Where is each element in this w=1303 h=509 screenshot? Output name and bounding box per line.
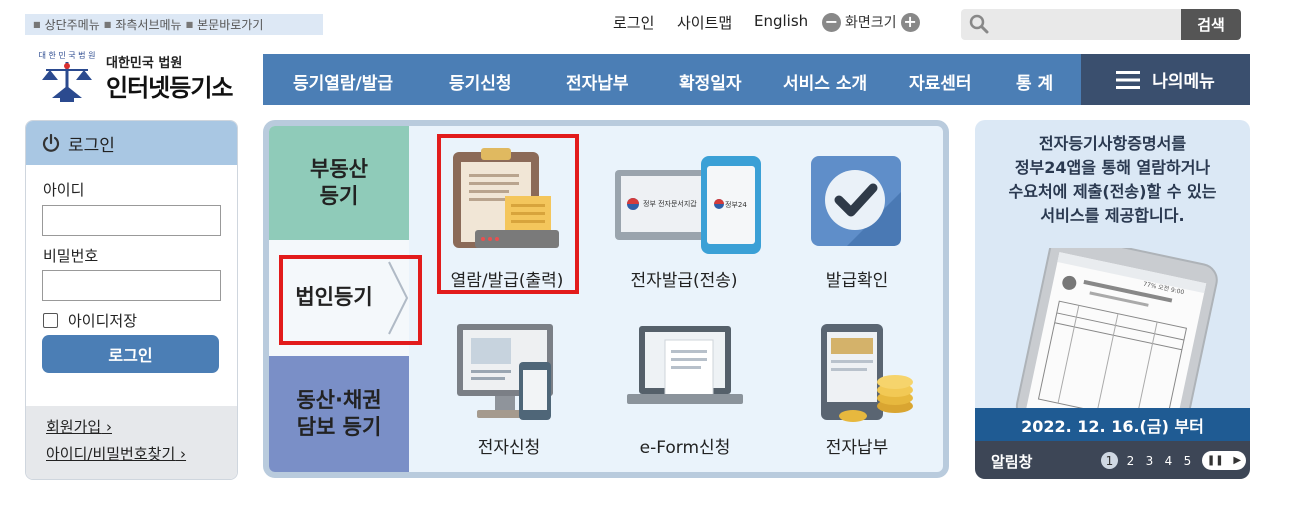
banner-date: 2022. 12. 16.(금) 부터	[975, 408, 1250, 441]
monitor-label: 정부 전자문서지갑	[643, 200, 697, 208]
util-english-link[interactable]: English	[754, 12, 808, 30]
pause-icon[interactable]: ❚❚	[1207, 455, 1224, 466]
bullet-icon: ■	[185, 20, 194, 29]
service-panel: 부동산 등기 법인등기 동산·채권 담보 등기 열람/발급(출력) 정부 전자문…	[263, 120, 949, 478]
smartphone-illustration	[1015, 248, 1218, 408]
skip-link-top-menu[interactable]: 상단주메뉴	[45, 16, 100, 33]
page-3-button[interactable]: 3	[1143, 454, 1156, 468]
bullet-icon: ■	[103, 20, 112, 29]
skip-link-side-menu[interactable]: 좌측서브메뉴	[115, 16, 181, 33]
nav-item-service-intro[interactable]: 서비스 소개	[783, 69, 867, 94]
remember-id-checkbox[interactable]	[43, 313, 58, 328]
nav-item-fixed-date[interactable]: 확정일자	[679, 69, 742, 94]
util-sitemap-link[interactable]: 사이트맵	[677, 12, 732, 33]
next-icon[interactable]: ▶	[1233, 455, 1241, 466]
util-login-link[interactable]: 로그인	[613, 12, 654, 33]
service-label-eform[interactable]: e-Form신청	[615, 433, 755, 458]
remember-id-label[interactable]: 아이디저장	[68, 310, 137, 331]
id-field[interactable]	[42, 205, 221, 236]
page-2-button[interactable]: 2	[1124, 454, 1137, 468]
skip-link-content[interactable]: 본문바로가기	[197, 16, 263, 33]
page-5-button[interactable]: 5	[1181, 454, 1194, 468]
nav-item-resources[interactable]: 자료센터	[909, 69, 972, 94]
checkmark-badge-icon	[811, 156, 901, 246]
logo-title: 인터넷등기소	[106, 74, 233, 102]
main-nav: 등기열람/발급 등기신청 전자납부 확정일자 서비스 소개 자료센터 통 계	[263, 54, 1081, 105]
court-emblem-icon: 대 한 민 국 법 원	[39, 50, 96, 102]
service-label-verify[interactable]: 발급확인	[797, 266, 917, 291]
login-title: 로그인	[68, 135, 115, 156]
e-apply-monitor-icon	[457, 324, 553, 420]
notice-banner[interactable]: 전자등기사항증명서를 정부24앱을 통해 열람하거나 수요처에 제출(전송)할 …	[975, 120, 1250, 479]
nav-item-view-issue[interactable]: 등기열람/발급	[293, 69, 393, 94]
zoom-label: 화면크기	[845, 15, 897, 31]
nav-item-statistics[interactable]: 통 계	[1016, 69, 1053, 94]
banner-controls: ❚❚ ▶	[1202, 451, 1246, 470]
search-icon	[969, 14, 989, 34]
password-label: 비밀번호	[43, 247, 99, 265]
banner-pager: 1 2 3 4 5 ❚❚ ▶	[1101, 451, 1246, 470]
service-label-e-apply[interactable]: 전자신청	[449, 433, 569, 458]
power-icon	[42, 134, 60, 152]
notice-label: 알림창	[991, 453, 1033, 471]
tab-real-estate[interactable]: 부동산 등기	[269, 126, 409, 240]
page-1-button[interactable]: 1	[1101, 452, 1118, 469]
search-button[interactable]: 검색	[1181, 9, 1241, 40]
zoom-control: − 화면크기 +	[822, 12, 920, 32]
service-label-e-pay[interactable]: 전자납부	[797, 433, 917, 458]
password-field[interactable]	[42, 270, 221, 301]
find-account-link[interactable]: 아이디/비밀번호찾기 ›	[46, 443, 186, 464]
eform-laptop-icon	[627, 326, 743, 404]
my-menu-label: 나의메뉴	[1152, 72, 1215, 92]
bullet-icon: ■	[33, 20, 41, 29]
zoom-in-button[interactable]: +	[900, 12, 920, 32]
page-4-button[interactable]: 4	[1162, 454, 1175, 468]
my-menu-button[interactable]: 나의메뉴	[1081, 54, 1250, 105]
login-header: 로그인	[26, 121, 237, 165]
signup-link[interactable]: 회원가입 ›	[46, 416, 112, 437]
e-pay-coins-icon	[821, 324, 913, 422]
highlight-box-corporate	[279, 255, 422, 345]
tablet-label: 정부24	[725, 201, 747, 209]
svg-text:대 한 민 국 법 원: 대 한 민 국 법 원	[39, 50, 96, 60]
search-input[interactable]	[961, 9, 1181, 40]
nav-item-registration[interactable]: 등기신청	[449, 69, 512, 94]
hamburger-icon	[1116, 70, 1141, 89]
nav-item-e-payment[interactable]: 전자납부	[566, 69, 629, 94]
login-footer: 회원가입 › 아이디/비밀번호찾기 ›	[26, 406, 237, 479]
banner-footer: 알림창 1 2 3 4 5 ❚❚ ▶	[975, 441, 1250, 479]
login-panel: 로그인 아이디 비밀번호 아이디저장 로그인 회원가입 › 아이디/비밀번호찾기…	[25, 120, 238, 480]
login-button[interactable]: 로그인	[42, 335, 219, 373]
skip-links: ■ 상단주메뉴 ■ 좌측서브메뉴 ■ 본문바로가기	[25, 14, 323, 35]
banner-text: 전자등기사항증명서를 정부24앱을 통해 열람하거나 수요처에 제출(전송)할 …	[1008, 134, 1217, 225]
tab-movable[interactable]: 동산·채권 담보 등기	[269, 356, 409, 472]
id-label: 아이디	[43, 181, 85, 199]
service-label-e-issue[interactable]: 전자발급(전송)	[609, 266, 759, 291]
highlight-box-view-issue	[437, 134, 579, 294]
zoom-out-button[interactable]: −	[822, 12, 841, 32]
